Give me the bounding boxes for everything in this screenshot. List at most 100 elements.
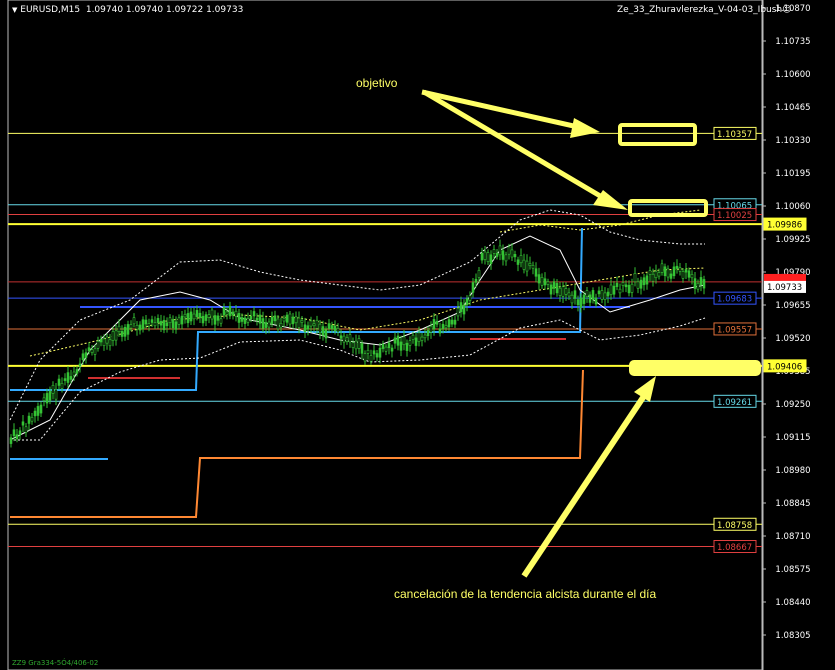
candle — [189, 307, 193, 325]
candle — [213, 310, 217, 331]
candle — [597, 286, 601, 298]
dropdown-triangle-icon[interactable]: ▼ — [12, 6, 17, 14]
candle — [198, 308, 202, 323]
price-axis-label: 1.09925 — [775, 235, 810, 245]
candle — [186, 306, 190, 328]
candle — [276, 315, 280, 333]
candle — [495, 248, 499, 260]
candle — [543, 272, 547, 290]
cancel-arrow — [521, 376, 656, 578]
candle — [192, 307, 196, 326]
level-tag-value: 1.09683 — [717, 295, 752, 305]
candle — [480, 247, 484, 264]
candle — [636, 277, 640, 294]
candle — [660, 259, 664, 276]
candle — [342, 332, 346, 349]
candle — [18, 427, 22, 440]
price-axis-label: 1.08980 — [775, 466, 810, 476]
candle — [594, 293, 598, 308]
price-axis: 1.108701.107351.106001.104651.103301.101… — [762, 4, 811, 641]
candle — [345, 334, 349, 345]
candle — [426, 326, 430, 341]
candle — [321, 320, 325, 341]
chart-header: ▼ EURUSD,M15 1.09740 1.09740 1.09722 1.0… — [12, 5, 243, 15]
price-axis-label: 1.08845 — [775, 499, 810, 509]
candle — [294, 311, 298, 329]
candle — [135, 321, 139, 336]
candle — [603, 287, 607, 306]
candle — [429, 321, 433, 339]
price-axis-label: 1.10195 — [775, 169, 810, 179]
candle — [585, 286, 589, 303]
candle — [438, 322, 442, 337]
candle — [90, 344, 94, 356]
candle — [372, 344, 376, 360]
candle — [414, 331, 418, 352]
current-price-tag: 1.09733 — [764, 273, 806, 293]
candle — [393, 332, 397, 349]
candle — [162, 315, 166, 334]
candle — [210, 307, 214, 326]
candle — [504, 251, 508, 266]
candle — [633, 267, 637, 287]
candle — [285, 311, 289, 327]
candle — [687, 267, 691, 282]
candle — [351, 337, 355, 354]
candle — [627, 280, 631, 297]
candle — [561, 281, 565, 303]
candle — [27, 412, 31, 431]
candle — [381, 340, 385, 353]
price-axis-label: 1.09250 — [775, 400, 810, 410]
candle — [531, 261, 535, 275]
candle — [93, 344, 97, 362]
symbol-label: EURUSD,M15 — [20, 5, 81, 15]
price-axis-label: 1.10060 — [775, 202, 810, 212]
candle — [420, 332, 424, 347]
candle — [126, 320, 130, 341]
price-axis-label: 1.08575 — [775, 565, 810, 575]
candle — [519, 248, 523, 268]
candle — [384, 344, 388, 356]
candle — [702, 275, 706, 295]
candle — [693, 271, 697, 295]
price-axis-label: 1.10330 — [775, 136, 810, 146]
candle — [510, 243, 514, 261]
level-tag-value: 1.08758 — [717, 521, 752, 531]
candle — [612, 281, 616, 298]
price-axis-label: 1.09520 — [775, 334, 810, 344]
level-tag-value: 1.09261 — [717, 398, 752, 408]
candle — [483, 246, 487, 265]
candle — [243, 314, 247, 329]
candle — [207, 309, 211, 324]
current-price-value: 1.09733 — [767, 283, 802, 293]
candle — [21, 415, 25, 433]
candle — [183, 309, 187, 324]
candle — [51, 381, 55, 400]
candle — [168, 314, 172, 330]
candle — [642, 274, 646, 291]
price-chart[interactable]: objetivo cancelación de la tendencia alc… — [0, 0, 835, 670]
candle — [153, 316, 157, 329]
candle — [39, 401, 43, 417]
target-arrows — [421, 89, 628, 210]
level-tag-value: 1.09406 — [767, 362, 802, 372]
candle — [216, 312, 220, 326]
candle — [444, 320, 448, 332]
candle — [15, 429, 19, 443]
candle — [273, 310, 277, 325]
candle — [600, 285, 604, 304]
candle — [204, 311, 208, 327]
candle — [246, 312, 250, 327]
candle — [534, 262, 538, 283]
candle — [231, 308, 235, 320]
candle — [471, 277, 475, 298]
ma-dashed — [29, 267, 706, 357]
candle — [129, 320, 133, 332]
price-axis-label: 1.09115 — [775, 433, 810, 443]
candle — [84, 348, 88, 364]
candle — [180, 310, 184, 330]
candle — [501, 244, 505, 266]
candle — [327, 319, 331, 333]
candle — [552, 278, 556, 295]
candle — [411, 331, 415, 344]
